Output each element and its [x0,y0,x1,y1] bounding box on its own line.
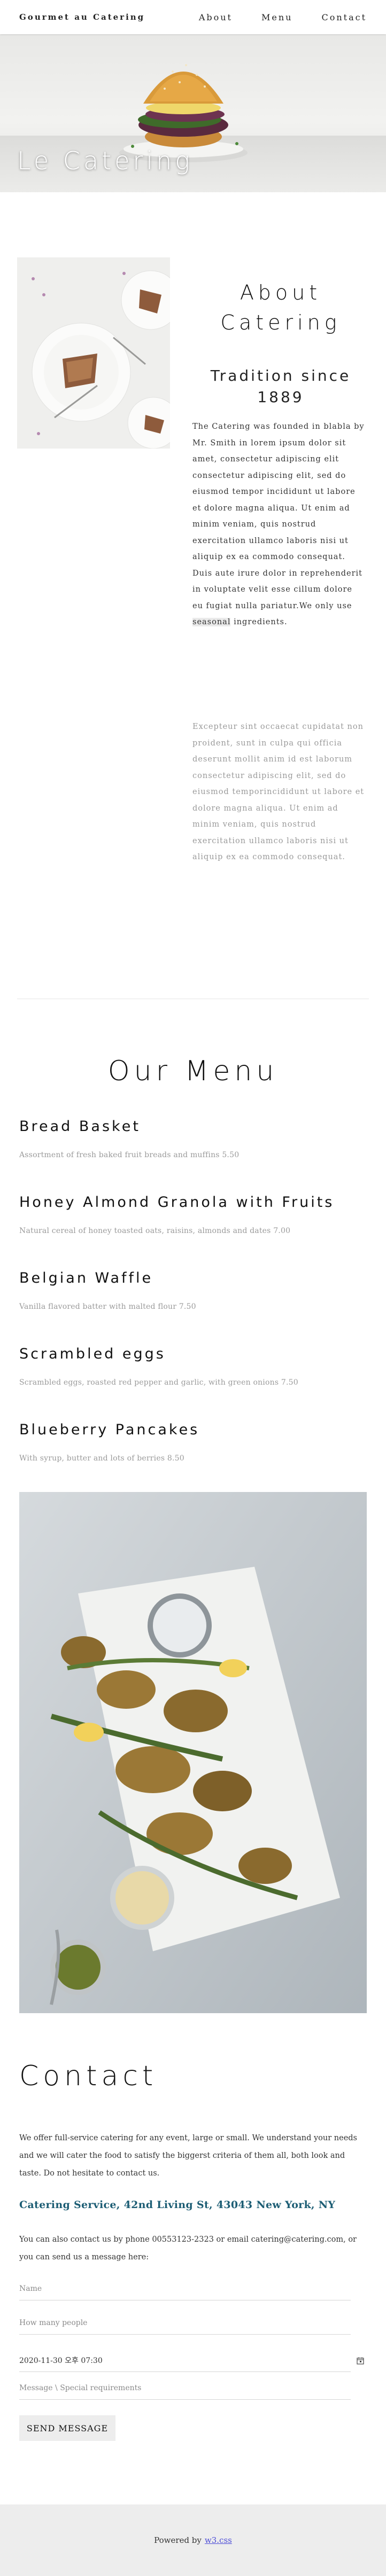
menu-item-name: Bread Basket [19,1118,141,1135]
menu-item-desc: Scrambled eggs, roasted red pepper and g… [19,1378,298,1387]
menu-item-desc: Vanilla flavored batter with malted flou… [19,1302,196,1311]
about-subheading: Tradition since 1889 [210,367,351,406]
brand-link[interactable]: Gourmet au Catering [19,12,145,22]
message-field[interactable] [19,2376,351,2400]
menu-title: Our Menu [107,1055,279,1087]
send-message-button[interactable]: SEND MESSAGE [19,2415,115,2441]
people-count-field[interactable] [19,2311,351,2335]
footer: Powered by w3.css [0,2504,386,2576]
footer-text: Powered by [154,2535,202,2545]
nav-link-about[interactable]: About [199,12,233,22]
menu-item-name: Belgian Waffle [19,1270,153,1286]
about-paragraph-end: ingredients. [230,618,288,626]
menu-item: Blueberry Pancakes With syrup, butter an… [19,1421,367,1463]
hero-banner: Le Catering [0,34,386,192]
contact-paragraph-secondary: You can also contact us by phone 0055312… [19,2235,357,2261]
menu-item-name: Honey Almond Granola with Fruits [19,1194,335,1211]
about-paragraph-secondary: Excepteur sint occaecat cupidatat non pr… [192,722,365,861]
datetime-field[interactable] [19,2349,351,2372]
menu-item-name: Blueberry Pancakes [19,1421,200,1438]
nav-links: About Menu Contact [199,12,367,22]
menu-item-desc: With syrup, butter and lots of berries 8… [19,1454,184,1463]
nav-link-menu[interactable]: Menu [261,12,292,22]
contact-paragraph: We offer full-service catering for any e… [19,2134,358,2178]
calendar-icon[interactable] [356,2357,365,2365]
about-paragraph-text: The Catering was founded in blabla by Mr… [192,422,365,610]
fried-vegetables-image [19,1492,367,2013]
tableware-image [17,257,170,449]
hero-title: Le Catering [17,146,193,175]
highlighted-word: seasonal [192,618,231,626]
menu-item: Scrambled eggs Scrambled eggs, roasted r… [19,1346,367,1387]
menu-item: Belgian Waffle Vanilla flavored batter w… [19,1270,367,1311]
nav-link-contact[interactable]: Contact [321,12,367,22]
footer-link[interactable]: w3.css [205,2535,232,2545]
menu-item-name: Scrambled eggs [19,1346,166,1362]
about-heading: About Catering [220,281,341,334]
menu-item: Bread Basket Assortment of fresh baked f… [19,1118,367,1159]
about-paragraph: The Catering was founded in blabla by Mr… [192,419,365,631]
contact-title: Contact [19,2060,158,2092]
menu-item-desc: Natural cereal of honey toasted oats, ra… [19,1227,291,1235]
menu-item: Honey Almond Granola with Fruits Natural… [19,1194,367,1235]
menu-item-desc: Assortment of fresh baked fruit breads a… [19,1151,240,1159]
name-field[interactable] [19,2277,351,2300]
contact-address: Catering Service, 42nd Living St, 43043 … [19,2199,336,2211]
top-navbar: Gourmet au Catering About Menu Contact [0,0,386,34]
